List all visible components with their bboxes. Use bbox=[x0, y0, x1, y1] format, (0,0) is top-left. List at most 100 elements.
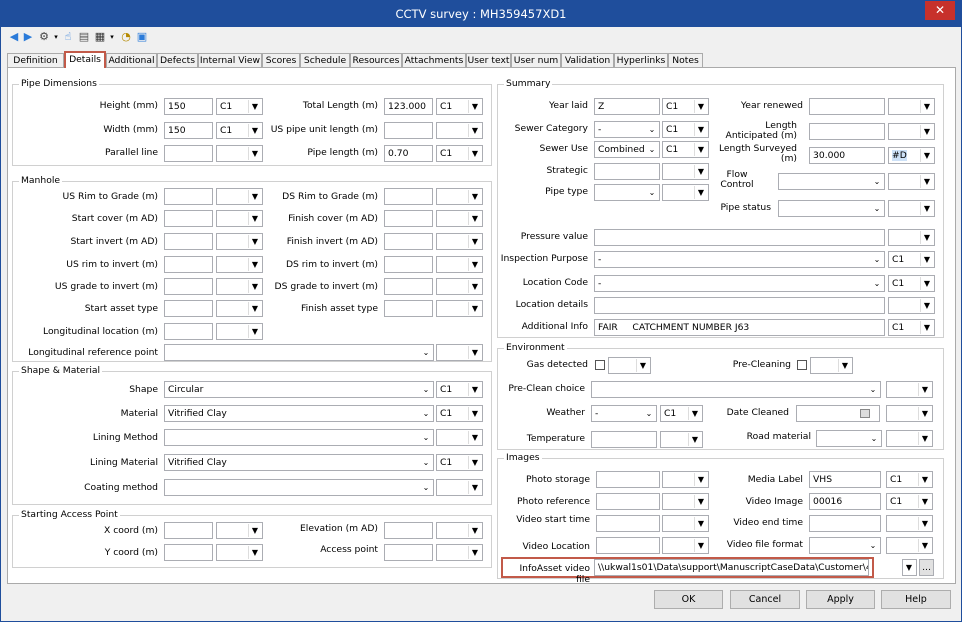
date-cleaned-flag[interactable]: ▼ bbox=[886, 405, 933, 422]
clock-icon[interactable]: ◔ bbox=[119, 30, 133, 44]
ds-rim-invert-field[interactable] bbox=[384, 256, 433, 273]
picture-icon[interactable]: ▣ bbox=[135, 30, 149, 44]
coating-method-select[interactable]: ⌄ bbox=[164, 479, 434, 496]
elevation-field[interactable] bbox=[384, 522, 433, 539]
year-laid-field[interactable]: Z bbox=[594, 98, 660, 115]
tab-user-num[interactable]: User num bbox=[511, 53, 561, 68]
sewer-use-select[interactable]: Combined ⌄ bbox=[594, 141, 660, 158]
road-material-select[interactable]: ⌄ bbox=[816, 430, 882, 447]
us-pipe-unit-field[interactable] bbox=[384, 122, 433, 139]
ds-rim-invert-flag[interactable]: ▼ bbox=[436, 256, 483, 273]
tab-scores[interactable]: Scores bbox=[262, 53, 300, 68]
lining-method-select[interactable]: ⌄ bbox=[164, 429, 434, 446]
tab-attachments[interactable]: Attachments bbox=[402, 53, 466, 68]
temperature-field[interactable] bbox=[591, 431, 657, 448]
tab-details[interactable]: Details bbox=[64, 51, 106, 68]
pipe-status-select[interactable]: ⌄ bbox=[778, 200, 885, 217]
shape-select[interactable]: Circular ⌄ bbox=[164, 381, 434, 398]
flow-control-flag[interactable]: ▼ bbox=[888, 173, 935, 190]
inspection-purpose-select[interactable]: - ⌄ bbox=[594, 251, 885, 268]
length-surveyed-field[interactable]: 30.000 bbox=[809, 147, 885, 164]
gas-detected-flag[interactable]: ▼ bbox=[608, 357, 651, 374]
video-file-format-flag[interactable]: ▼ bbox=[886, 537, 933, 554]
infoasset-video-file-field[interactable]: \\ukwal1s01\Data\support\ManuscriptCaseD… bbox=[594, 559, 869, 576]
photo-storage-field[interactable] bbox=[596, 471, 660, 488]
photo-reference-flag[interactable]: ▼ bbox=[662, 493, 709, 510]
x-coord-field[interactable] bbox=[164, 522, 213, 539]
video-start-field[interactable] bbox=[596, 515, 660, 532]
weather-flag[interactable]: C1 ▼ bbox=[660, 405, 703, 422]
tab-validation[interactable]: Validation bbox=[561, 53, 614, 68]
finish-invert-flag[interactable]: ▼ bbox=[436, 233, 483, 250]
ds-rim-grade-flag[interactable]: ▼ bbox=[436, 188, 483, 205]
length-anticipated-flag[interactable]: ▼ bbox=[888, 123, 935, 140]
calendar-icon[interactable] bbox=[860, 409, 870, 418]
start-cover-field[interactable] bbox=[164, 210, 213, 227]
tab-user-text[interactable]: User text bbox=[466, 53, 511, 68]
pipe-type-flag[interactable]: ▼ bbox=[662, 184, 709, 201]
cancel-button[interactable]: Cancel bbox=[730, 590, 800, 609]
elevation-flag[interactable]: ▼ bbox=[436, 522, 483, 539]
help-button[interactable]: Help bbox=[881, 590, 951, 609]
video-start-flag[interactable]: ▼ bbox=[662, 515, 709, 532]
notes-icon[interactable]: ▤ bbox=[77, 30, 91, 44]
total-length-field[interactable]: 123.000 bbox=[384, 98, 433, 115]
gas-detected-checkbox[interactable] bbox=[595, 360, 605, 370]
tab-schedule[interactable]: Schedule bbox=[300, 53, 350, 68]
tab-hyperlinks[interactable]: Hyperlinks bbox=[614, 53, 668, 68]
video-end-field[interactable] bbox=[809, 515, 881, 532]
sewer-category-flag[interactable]: C1 ▼ bbox=[662, 121, 709, 138]
material-flag[interactable]: C1 ▼ bbox=[436, 405, 483, 422]
year-renewed-flag[interactable]: ▼ bbox=[888, 98, 935, 115]
video-image-field[interactable]: 00016 bbox=[809, 493, 881, 510]
weather-select[interactable]: - ⌄ bbox=[591, 405, 657, 422]
long-location-field[interactable] bbox=[164, 323, 213, 340]
location-details-flag[interactable]: ▼ bbox=[888, 297, 935, 314]
finish-cover-flag[interactable]: ▼ bbox=[436, 210, 483, 227]
inspection-purpose-flag[interactable]: C1 ▼ bbox=[888, 251, 935, 268]
parallel-line-flag[interactable]: ▼ bbox=[216, 145, 263, 162]
infoasset-video-file-flag[interactable]: ▼ bbox=[902, 559, 917, 576]
apply-button[interactable]: Apply bbox=[806, 590, 875, 609]
location-code-select[interactable]: - ⌄ bbox=[594, 275, 885, 292]
length-surveyed-flag[interactable]: #D ▼ bbox=[888, 147, 935, 164]
lining-material-select[interactable]: Vitrified Clay ⌄ bbox=[164, 454, 434, 471]
us-rim-grade-field[interactable] bbox=[164, 188, 213, 205]
pipe-status-flag[interactable]: ▼ bbox=[888, 200, 935, 217]
pre-clean-choice-flag[interactable]: ▼ bbox=[886, 381, 933, 398]
finish-asset-type-field[interactable] bbox=[384, 300, 433, 317]
pipe-length-field[interactable]: 0.70 bbox=[384, 145, 433, 162]
ds-rim-grade-field[interactable] bbox=[384, 188, 433, 205]
video-location-flag[interactable]: ▼ bbox=[662, 537, 709, 554]
pressure-value-flag[interactable]: ▼ bbox=[888, 229, 935, 246]
media-label-flag[interactable]: C1 ▼ bbox=[886, 471, 933, 488]
chevron-down-icon[interactable]: ▾ bbox=[105, 30, 119, 44]
long-ref-point-flag[interactable]: ▼ bbox=[436, 344, 483, 361]
pre-cleaning-checkbox[interactable] bbox=[797, 360, 807, 370]
finish-asset-type-flag[interactable]: ▼ bbox=[436, 300, 483, 317]
video-location-field[interactable] bbox=[596, 537, 660, 554]
road-material-flag[interactable]: ▼ bbox=[886, 430, 933, 447]
additional-info-field[interactable]: FAIR CATCHMENT NUMBER J63 bbox=[594, 319, 885, 336]
photo-reference-field[interactable] bbox=[596, 493, 660, 510]
height-field[interactable]: 150 bbox=[164, 98, 213, 115]
close-button[interactable]: ✕ bbox=[925, 1, 955, 20]
total-length-flag[interactable]: C1 ▼ bbox=[436, 98, 483, 115]
ds-grade-invert-flag[interactable]: ▼ bbox=[436, 278, 483, 295]
start-asset-type-field[interactable] bbox=[164, 300, 213, 317]
sewer-use-flag[interactable]: C1 ▼ bbox=[662, 141, 709, 158]
media-label-field[interactable]: VHS bbox=[809, 471, 881, 488]
temperature-flag[interactable]: ▼ bbox=[660, 431, 703, 448]
us-rim-invert-field[interactable] bbox=[164, 256, 213, 273]
tab-additional[interactable]: Additional bbox=[106, 53, 157, 68]
y-coord-field[interactable] bbox=[164, 544, 213, 561]
tab-internal-view[interactable]: Internal View bbox=[198, 53, 262, 68]
strategic-field[interactable] bbox=[594, 163, 660, 180]
tab-resources[interactable]: Resources bbox=[350, 53, 402, 68]
video-file-format-select[interactable]: ⌄ bbox=[809, 537, 881, 554]
pre-clean-choice-select[interactable]: ⌄ bbox=[591, 381, 881, 398]
shape-flag[interactable]: C1 ▼ bbox=[436, 381, 483, 398]
strategic-flag[interactable]: ▼ bbox=[662, 163, 709, 180]
ok-button[interactable]: OK bbox=[654, 590, 723, 609]
tab-definition[interactable]: Definition bbox=[7, 53, 64, 68]
